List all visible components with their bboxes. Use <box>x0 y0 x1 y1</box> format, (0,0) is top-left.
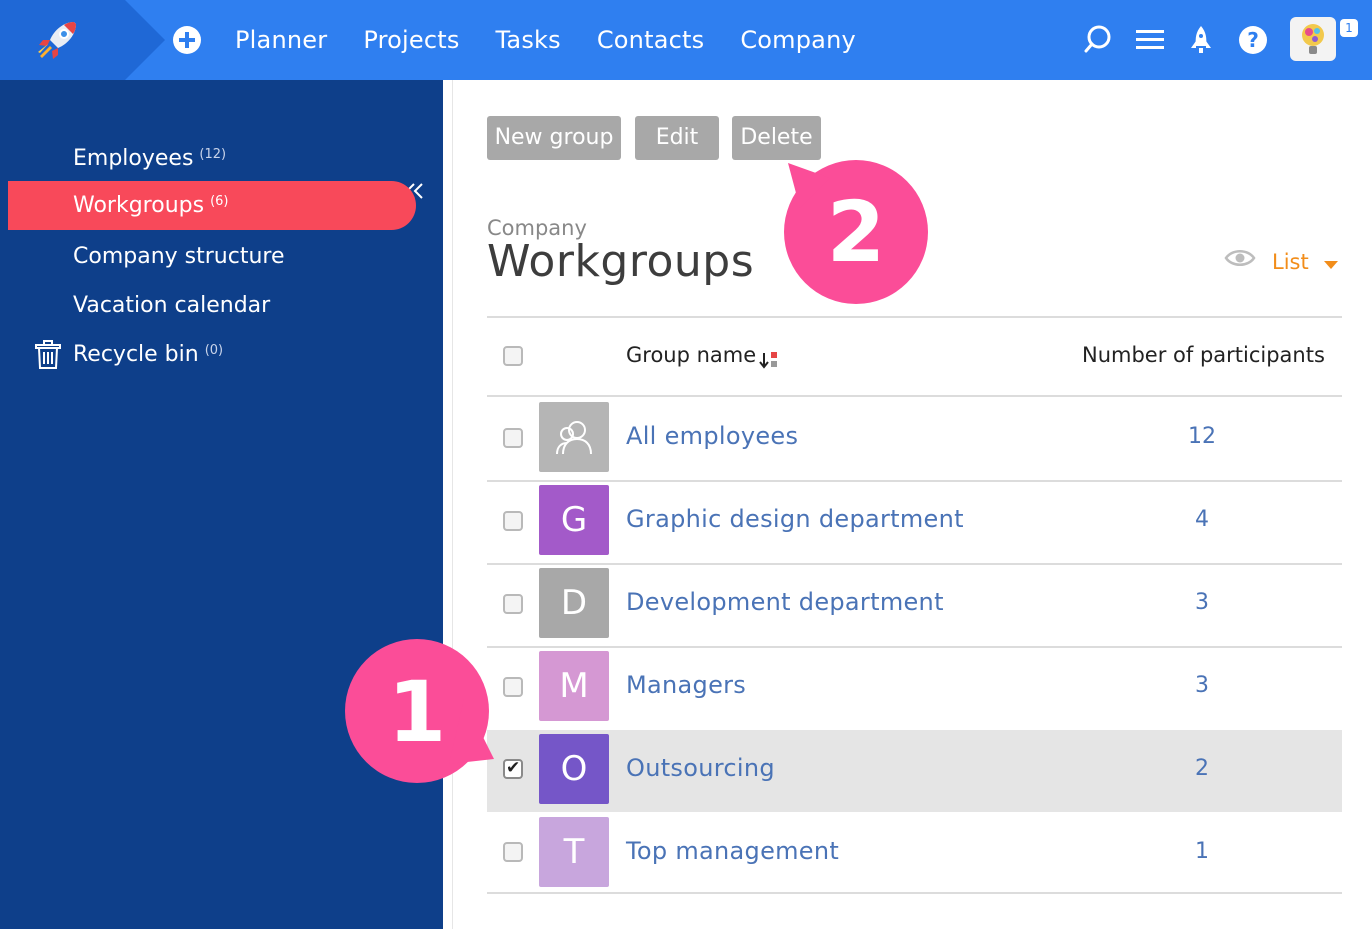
table-row[interactable]: M Managers 3 <box>487 648 1342 729</box>
row-checkbox[interactable] <box>503 428 523 448</box>
sidebar-item-count: (6) <box>210 194 229 209</box>
select-all-checkbox[interactable] <box>503 346 523 366</box>
hamburger-menu-icon[interactable] <box>1135 24 1165 56</box>
group-tile: O <box>539 734 609 804</box>
nav-planner[interactable]: Planner <box>235 26 327 54</box>
callout-number-2: 2 <box>826 183 886 281</box>
checkmark-icon: ✔ <box>506 758 521 778</box>
delete-button[interactable]: Delete <box>732 116 821 160</box>
group-tile: T <box>539 817 609 887</box>
caret-down-icon[interactable] <box>1324 261 1338 269</box>
table-row-selected[interactable]: ✔ O Outsourcing 2 <box>487 730 1342 812</box>
sidebar-item-label: Company structure <box>73 244 285 269</box>
row-checkbox[interactable] <box>503 842 523 862</box>
search-icon[interactable] <box>1083 24 1113 56</box>
table-row[interactable]: D Development department 3 <box>487 565 1342 646</box>
row-checkbox[interactable] <box>503 677 523 697</box>
sidebar-item-count: (0) <box>204 343 224 358</box>
group-name-link[interactable]: Development department <box>626 588 944 616</box>
nav-contacts[interactable]: Contacts <box>597 26 704 54</box>
row-checkbox[interactable] <box>503 594 523 614</box>
participant-count: 2 <box>1195 756 1209 781</box>
logo-area[interactable] <box>0 0 165 80</box>
sidebar-item-label: Vacation calendar <box>73 293 271 318</box>
group-name-link[interactable]: Top management <box>626 837 839 865</box>
group-name-link[interactable]: All employees <box>626 422 798 450</box>
top-bar: Planner Projects Tasks Contacts Company … <box>0 0 1372 80</box>
table-row[interactable]: G Graphic design department 4 <box>487 482 1342 563</box>
group-name-link[interactable]: Outsourcing <box>626 754 775 782</box>
main-nav: Planner Projects Tasks Contacts Company <box>235 0 892 80</box>
sidebar-item-workgroups[interactable]: Workgroups (6) <box>8 181 416 230</box>
table-row[interactable]: All employees 12 <box>487 397 1342 478</box>
new-group-button[interactable]: New group <box>487 116 621 160</box>
notification-badge: 1 <box>1340 19 1358 37</box>
group-tile: D <box>539 568 609 638</box>
sidebar-item-label: Workgroups <box>73 193 205 218</box>
edit-button[interactable]: Edit <box>635 116 719 160</box>
participant-count: 12 <box>1188 424 1216 449</box>
nav-tasks[interactable]: Tasks <box>496 26 561 54</box>
content-divider <box>452 80 453 929</box>
trash-icon <box>35 340 61 369</box>
group-name-link[interactable]: Graphic design department <box>626 505 964 533</box>
callout-number-1: 1 <box>387 663 447 761</box>
sidebar-item-label: Recycle bin <box>73 342 199 367</box>
help-icon[interactable]: ? <box>1238 24 1268 56</box>
sidebar-item-company-structure[interactable]: Company structure <box>8 232 416 281</box>
nav-projects[interactable]: Projects <box>363 26 459 54</box>
table-row[interactable]: T Top management 1 <box>487 814 1342 895</box>
column-header-participants[interactable]: Number of participants <box>1082 343 1325 367</box>
sidebar-item-employees[interactable]: Employees (12) <box>8 134 416 183</box>
group-tile <box>539 402 609 472</box>
sidebar-item-label: Employees <box>73 146 194 171</box>
row-checkbox-checked[interactable]: ✔ <box>503 758 523 779</box>
group-name-link[interactable]: Managers <box>626 671 746 699</box>
svg-text:?: ? <box>1247 28 1259 52</box>
table-top-border <box>487 316 1342 318</box>
participant-count: 4 <box>1195 507 1209 532</box>
eye-icon[interactable] <box>1224 247 1256 269</box>
page-title: Workgroups <box>487 236 755 287</box>
participant-count: 3 <box>1195 673 1209 698</box>
sidebar-item-recycle-bin[interactable]: Recycle bin (0) <box>8 330 416 379</box>
sidebar-item-count: (12) <box>199 147 227 162</box>
sort-icon[interactable] <box>758 349 780 371</box>
table-bottom-border <box>487 892 1342 894</box>
row-checkbox[interactable] <box>503 511 523 531</box>
user-avatar[interactable] <box>1290 17 1336 61</box>
rocket-logo-icon[interactable] <box>34 18 80 62</box>
sidebar-item-vacation-calendar[interactable]: Vacation calendar <box>8 281 416 330</box>
participant-count: 1 <box>1195 839 1209 864</box>
column-header-group-name[interactable]: Group name <box>626 343 756 367</box>
rocket-icon[interactable] <box>1186 24 1216 56</box>
group-tile: G <box>539 485 609 555</box>
plus-circle-icon[interactable] <box>172 25 202 55</box>
participant-count: 3 <box>1195 590 1209 615</box>
view-mode-select[interactable]: List <box>1272 250 1309 274</box>
group-tile: M <box>539 651 609 721</box>
users-icon <box>556 421 592 455</box>
nav-company[interactable]: Company <box>740 26 856 54</box>
